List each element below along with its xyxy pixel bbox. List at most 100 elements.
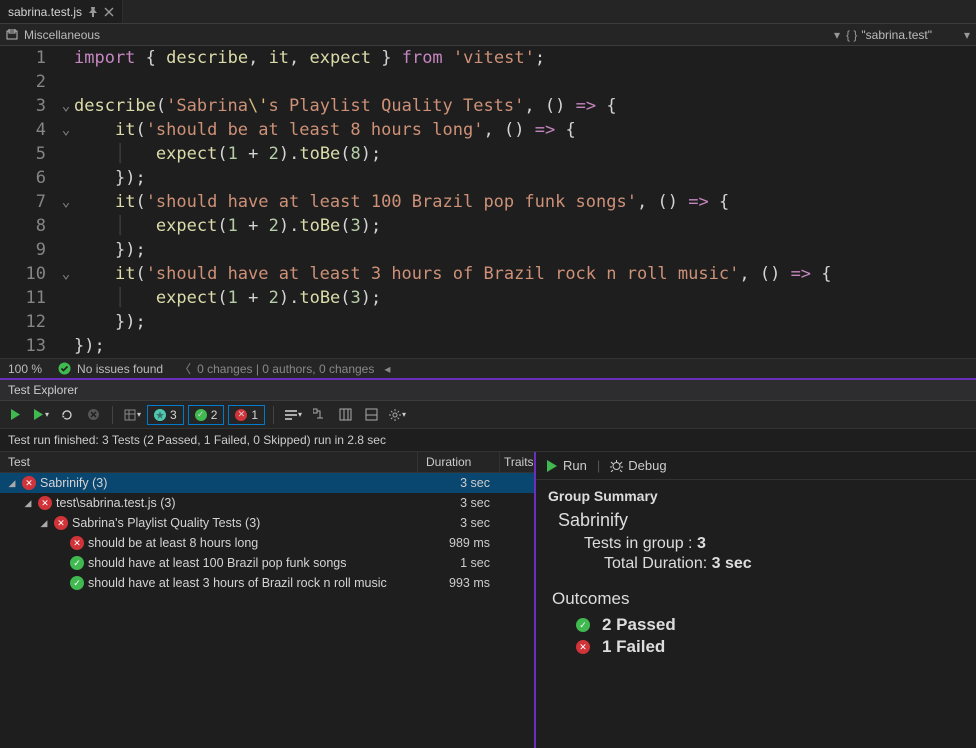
test-tree-row[interactable]: ✓should have at least 3 hours of Brazil … <box>0 573 534 593</box>
layout-button[interactable] <box>360 404 382 426</box>
fold-toggle[interactable] <box>58 310 74 334</box>
fold-toggle[interactable]: ⌄ <box>58 94 74 118</box>
total-duration-value: 3 sec <box>712 555 752 572</box>
fold-toggle[interactable] <box>58 166 74 190</box>
x-circle-icon: ✕ <box>576 640 590 654</box>
outcome-passed[interactable]: ✓ 2 Passed <box>572 615 964 635</box>
test-label: Sabrinify (3) <box>40 476 418 490</box>
detail-run-button[interactable]: Run <box>546 458 587 473</box>
line-number: 8 <box>0 214 58 238</box>
code-line[interactable]: 8 │ expect(1 + 2).toBe(3); <box>0 214 976 238</box>
total-duration-label: Total Duration: <box>604 555 707 572</box>
fold-toggle[interactable] <box>58 334 74 358</box>
breadcrumb-context[interactable]: "sabrina.test" <box>861 28 932 42</box>
chevron-left-icon[interactable]: 〈 <box>179 360 191 377</box>
settings-button[interactable]: ▾ <box>386 404 408 426</box>
code-line[interactable]: 5 │ expect(1 + 2).toBe(8); <box>0 142 976 166</box>
code-line[interactable]: 13}); <box>0 334 976 358</box>
editor-status-bar: 100 % No issues found 〈 0 changes | 0 au… <box>0 358 976 380</box>
chevron-left-icon[interactable]: ◂ <box>384 362 390 376</box>
group-name: Sabrinify <box>558 510 964 531</box>
test-duration: 3 sec <box>418 496 500 510</box>
expander-icon[interactable]: ◢ <box>38 518 50 529</box>
line-number: 4 <box>0 118 58 142</box>
fold-toggle[interactable]: ⌄ <box>58 118 74 142</box>
code-editor[interactable]: 1import { describe, it, expect } from 'v… <box>0 46 976 358</box>
column-test[interactable]: Test <box>0 452 418 472</box>
test-tree-row[interactable]: ✕should be at least 8 hours long989 ms <box>0 533 534 553</box>
code-line[interactable]: 9 }); <box>0 238 976 262</box>
pin-icon[interactable] <box>88 7 98 17</box>
code-line[interactable]: 7⌄ it('should have at least 100 Brazil p… <box>0 190 976 214</box>
braces-icon: { } <box>846 28 857 42</box>
test-tree-row[interactable]: ◢✕test\sabrina.test.js (3)3 sec <box>0 493 534 513</box>
tree-header: Test Duration Traits <box>0 452 534 473</box>
fold-toggle[interactable] <box>58 286 74 310</box>
line-number: 3 <box>0 94 58 118</box>
x-circle-icon: ✕ <box>54 516 68 530</box>
code-line[interactable]: 4⌄ it('should be at least 8 hours long',… <box>0 118 976 142</box>
group-by-button[interactable] <box>308 404 330 426</box>
code-line[interactable]: 1import { describe, it, expect } from 'v… <box>0 46 976 70</box>
test-duration: 1 sec <box>418 556 500 570</box>
fold-toggle[interactable] <box>58 238 74 262</box>
filter-total[interactable]: 3 <box>147 405 184 425</box>
tests-in-group-value: 3 <box>697 535 706 552</box>
tests-in-group-label: Tests in group : <box>584 535 693 552</box>
dropdown-arrow-icon[interactable]: ▾ <box>834 28 840 42</box>
detail-debug-button[interactable]: Debug <box>610 458 666 473</box>
filter-failed[interactable]: ✕ 1 <box>228 405 265 425</box>
outcomes-heading: Outcomes <box>552 589 964 609</box>
fold-toggle[interactable] <box>58 70 74 94</box>
columns-button[interactable] <box>334 404 356 426</box>
test-tree-row[interactable]: ◢✕Sabrinify (3)3 sec <box>0 473 534 493</box>
check-circle-icon: ✓ <box>70 556 84 570</box>
expander-icon[interactable]: ◢ <box>6 478 18 489</box>
editor-tab[interactable]: sabrina.test.js <box>0 0 123 23</box>
code-line[interactable]: 3⌄describe('Sabrina\'s Playlist Quality … <box>0 94 976 118</box>
test-explorer-title: Test Explorer <box>0 380 976 401</box>
code-line[interactable]: 6 }); <box>0 166 976 190</box>
code-line[interactable]: 12 }); <box>0 310 976 334</box>
playlist-button[interactable]: ▾ <box>282 404 304 426</box>
outcome-failed[interactable]: ✕ 1 Failed <box>572 637 964 657</box>
zoom-level[interactable]: 100 % <box>8 362 42 376</box>
line-number: 12 <box>0 310 58 334</box>
check-circle-icon: ✓ <box>70 576 84 590</box>
line-number: 2 <box>0 70 58 94</box>
fold-toggle[interactable]: ⌄ <box>58 190 74 214</box>
fold-toggle[interactable] <box>58 214 74 238</box>
fold-toggle[interactable]: ⌄ <box>58 262 74 286</box>
test-label: Sabrina's Playlist Quality Tests (3) <box>72 516 418 530</box>
test-tree-panel: Test Duration Traits ◢✕Sabrinify (3)3 se… <box>0 452 536 748</box>
tab-filename: sabrina.test.js <box>8 5 82 19</box>
fold-toggle[interactable] <box>58 142 74 166</box>
filter-passed-count: 2 <box>211 408 218 422</box>
check-circle-icon <box>58 362 71 375</box>
column-duration[interactable]: Duration <box>418 452 500 472</box>
test-tree-row[interactable]: ◢✕Sabrina's Playlist Quality Tests (3)3 … <box>0 513 534 533</box>
bug-icon <box>610 459 623 472</box>
issues-text[interactable]: No issues found <box>77 362 163 376</box>
dropdown-arrow-icon[interactable]: ▾ <box>964 28 970 42</box>
run-button[interactable]: ▾ <box>30 404 52 426</box>
column-traits[interactable]: Traits <box>500 452 534 472</box>
breadcrumb-project[interactable]: Miscellaneous <box>24 28 100 42</box>
build-button[interactable]: ▾ <box>121 404 143 426</box>
x-circle-icon: ✕ <box>38 496 52 510</box>
test-tree-row[interactable]: ✓should have at least 100 Brazil pop fun… <box>0 553 534 573</box>
code-line[interactable]: 10⌄ it('should have at least 3 hours of … <box>0 262 976 286</box>
expander-icon[interactable]: ◢ <box>22 498 34 509</box>
test-run-summary: Test run finished: 3 Tests (2 Passed, 1 … <box>0 429 976 451</box>
test-duration: 989 ms <box>418 536 500 550</box>
repeat-button[interactable] <box>56 404 78 426</box>
code-line[interactable]: 2 <box>0 70 976 94</box>
filter-passed[interactable]: ✓ 2 <box>188 405 225 425</box>
close-icon[interactable] <box>104 7 114 17</box>
changes-text[interactable]: 0 changes | 0 authors, 0 changes <box>197 362 374 376</box>
fold-toggle[interactable] <box>58 46 74 70</box>
line-number: 1 <box>0 46 58 70</box>
run-all-button[interactable] <box>4 404 26 426</box>
code-line[interactable]: 11 │ expect(1 + 2).toBe(3); <box>0 286 976 310</box>
cancel-button[interactable] <box>82 404 104 426</box>
